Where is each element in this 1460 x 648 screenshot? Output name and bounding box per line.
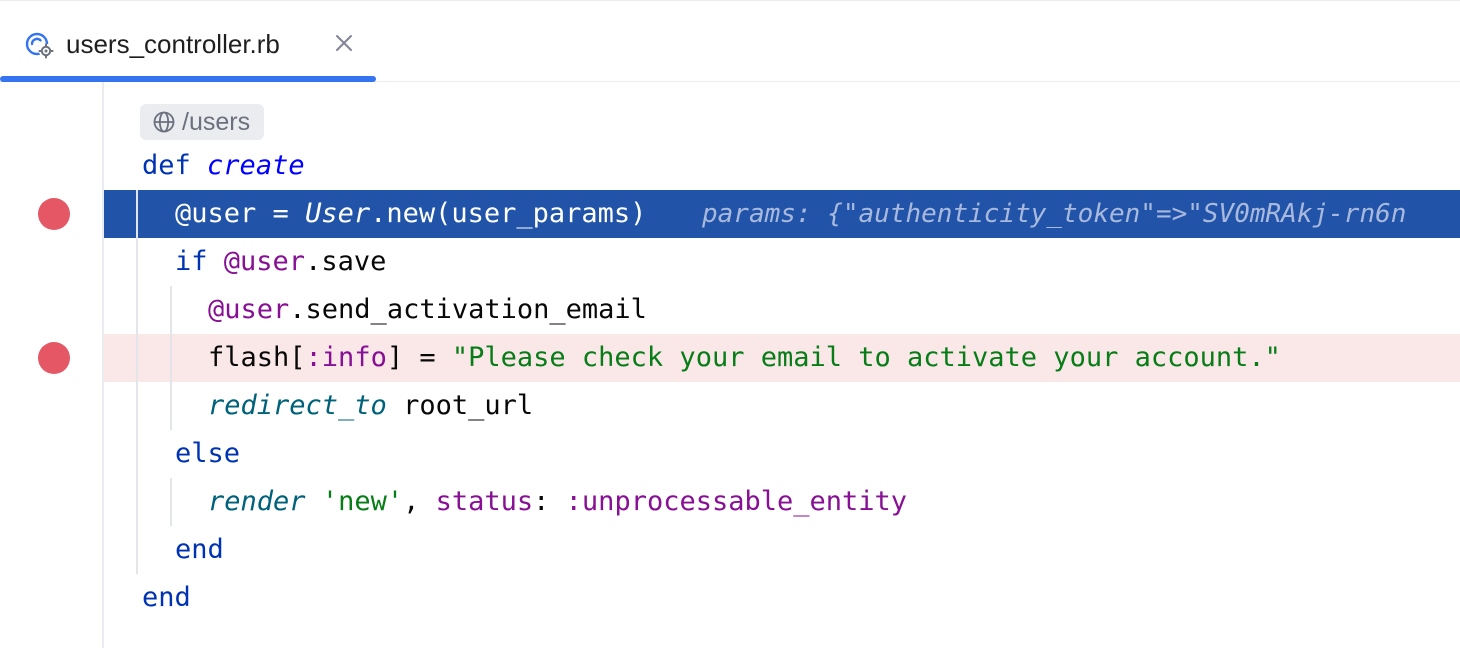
globe-icon: [152, 110, 176, 134]
code-line-if: if @user.save: [175, 238, 386, 286]
code-line-render: render 'new', status: :unprocessable_ent…: [208, 478, 907, 526]
keyword-def: def: [142, 150, 191, 181]
symbol: :info: [305, 342, 387, 373]
keyword-end: end: [142, 582, 191, 613]
code-line-else: else: [175, 430, 240, 478]
close-icon[interactable]: [334, 33, 354, 53]
ruby-controller-icon: [24, 30, 56, 60]
ivar: @user: [223, 246, 306, 277]
keyword-if: if: [175, 246, 208, 277]
tab-filename: users_controller.rb: [66, 29, 280, 59]
route-path: /users: [182, 107, 251, 136]
argument: root_url: [386, 390, 534, 421]
symbol: :unprocessable_entity: [565, 486, 908, 517]
method-call: render: [208, 486, 306, 517]
string-literal: 'new': [321, 486, 404, 517]
ivar: @user: [208, 294, 290, 325]
string-literal: "Please check your email to activate you…: [451, 342, 1281, 373]
code-line-end-if: end: [175, 526, 224, 574]
indent-guide: [170, 286, 172, 430]
hash-key: status: [435, 486, 534, 517]
method-call: .send_activation_email: [289, 294, 647, 325]
code-line-user-new: @user = User.new(user_params): [175, 190, 646, 238]
ivar: @user: [175, 198, 257, 229]
indent-guide: [170, 478, 172, 526]
code-line-flash: flash[:info] = "Please check your email …: [208, 334, 1281, 382]
code-editor[interactable]: /users def create @user = User.new(user_…: [0, 82, 1460, 648]
comma: ,: [403, 486, 436, 517]
tab-users-controller[interactable]: users_controller.rb: [0, 1, 376, 83]
colon: :: [533, 486, 566, 517]
operator: ] =: [386, 342, 452, 373]
code-line-def: def create: [142, 142, 305, 190]
code-line-send-email: @user.send_activation_email: [208, 286, 647, 334]
keyword-else: else: [175, 438, 241, 469]
method-call: redirect_to: [208, 390, 387, 421]
method-name: create: [207, 150, 305, 181]
method-call: .new(user_params): [370, 198, 647, 229]
route-badge[interactable]: /users: [140, 104, 265, 140]
keyword-end: end: [175, 534, 224, 565]
code-line-redirect: redirect_to root_url: [208, 382, 533, 430]
editor-tab-bar: users_controller.rb: [0, 0, 1460, 82]
breakpoint-icon[interactable]: [38, 198, 70, 230]
flash-call: flash[: [208, 342, 306, 373]
method-call: .save: [305, 246, 387, 277]
constant: User: [305, 198, 371, 229]
inline-debug-value[interactable]: params: {"authenticity_token"=>"SV0mRAkj…: [702, 190, 1406, 238]
indent-guide: [136, 190, 138, 574]
breakpoint-icon[interactable]: [38, 342, 70, 374]
operator: =: [256, 198, 306, 229]
code-line-end-def: end: [142, 574, 191, 622]
